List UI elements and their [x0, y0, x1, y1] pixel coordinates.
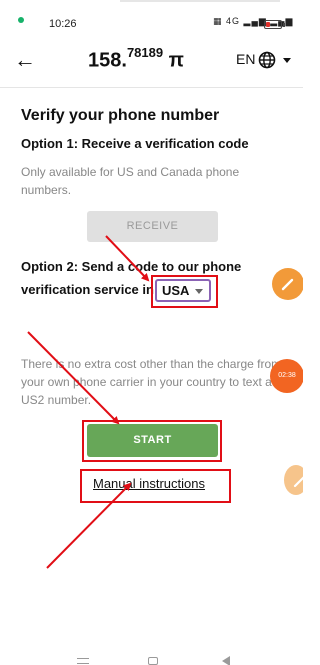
receive-button[interactable]: RECEIVE [87, 211, 218, 242]
option1-description: Only available for US and Canada phone n… [21, 165, 240, 197]
option2-heading-line2: verification service in [21, 282, 154, 297]
network-type: 4G [226, 16, 241, 26]
status-bar: 10:26 ▦ 4G ▂▄▆ ▂▄▆ [0, 0, 303, 38]
option2-description: There is no extra cost other than the ch… [21, 357, 282, 407]
page-title: Verify your phone number [21, 107, 220, 124]
globe-icon[interactable] [258, 51, 276, 69]
annotation-box-country [151, 275, 218, 308]
notification-dot [18, 17, 24, 23]
annotation-box-start [82, 420, 222, 462]
annotation-box-manual [80, 469, 231, 503]
system-nav-bar [0, 640, 303, 665]
header-divider [0, 87, 303, 88]
battery-tip [283, 23, 285, 27]
option2-heading-line1: Option 2: Send a code to our phone [21, 259, 242, 274]
pencil-icon [293, 476, 303, 488]
recent-apps-icon[interactable] [77, 658, 89, 664]
balance-decimals: 78189 [126, 45, 164, 60]
floating-edit-button-secondary[interactable] [284, 465, 303, 495]
battery-level [266, 22, 270, 27]
home-icon[interactable] [148, 657, 158, 665]
option1-heading: Option 1: Receive a verification code [21, 136, 249, 151]
battery-icon [264, 20, 282, 29]
annotation-arrows [27, 235, 150, 569]
balance-main: 158. [88, 49, 127, 72]
floating-timer-button[interactable]: 02:38 [270, 359, 303, 393]
pencil-icon [281, 278, 294, 291]
timer-label: 02:38 [278, 372, 296, 379]
chevron-down-icon[interactable] [283, 58, 291, 63]
floating-edit-button[interactable] [272, 268, 303, 300]
status-time: 10:26 [49, 18, 77, 30]
pi-symbol: π [168, 49, 184, 72]
back-arrow-icon[interactable]: ← [14, 46, 36, 74]
nav-back-icon[interactable] [222, 656, 230, 665]
pi-balance: 158.78189 π [88, 45, 184, 73]
app-header: ← 158.78189 π EN [0, 38, 303, 86]
language-label[interactable]: EN [236, 51, 255, 67]
screen: 10:26 ▦ 4G ▂▄▆ ▂▄▆ ← 158.78189 π EN Veri… [0, 0, 303, 665]
